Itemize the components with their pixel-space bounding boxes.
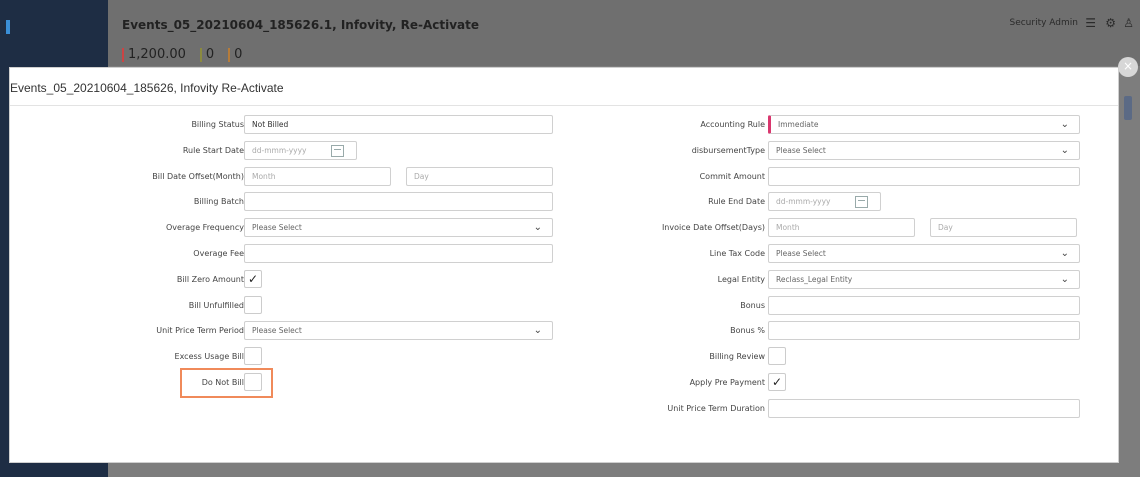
bill-date-offset-label: Bill Date Offset(Month) [152,171,244,181]
bill-zero-amount-checkbox[interactable]: ✓ [244,269,262,288]
gear-icon[interactable]: ⚙ [1105,16,1116,30]
billing-batch-label: Billing Batch [193,197,244,207]
overage-frequency-select[interactable]: Please Select ⌄ [244,218,553,238]
overage-frequency-label: Overage Frequency [165,223,244,233]
disbursement-type-value: Please Select [776,145,826,155]
excess-usage-bill-label: Excess Usage Bill [174,352,244,362]
invoice-date-offset-label: Invoice Date Offset(Days) [661,223,765,233]
unit-price-term-period-value: Please Select [252,326,302,336]
invoice-date-offset-day-field[interactable]: Day [930,218,1077,238]
calendar-icon[interactable] [855,196,868,209]
unit-price-term-period-select[interactable]: Please Select ⌄ [244,321,553,341]
bill-date-offset-day-field[interactable]: Day [406,166,553,186]
bonus-percent-label: Bonus % [730,326,765,336]
stat-amount: 1,200.00 [122,48,186,62]
app-header: Events_05_20210604_185626.1, Infovity, R… [108,0,1140,66]
chevron-down-icon[interactable]: ⌄ [1061,245,1069,262]
excess-usage-bill-checkbox[interactable] [244,347,262,366]
chevron-down-icon[interactable]: ⌄ [534,322,542,339]
user-name[interactable]: Security Admin [1009,18,1078,28]
calendar-icon[interactable] [331,144,344,157]
legal-entity-value: Reclass_Legal Entity [776,274,853,284]
rule-start-date-placeholder: dd-mmm-yyyy [252,145,307,155]
rule-start-date-field[interactable]: dd-mmm-yyyy [244,140,357,160]
rule-end-date-label: Rule End Date [708,197,765,207]
right-column: Accounting Rule Immediate ⌄ disbursementT… [575,114,1120,424]
do-not-bill-label: Do Not Bill [201,377,244,387]
accounting-rule-value: Immediate [778,120,819,129]
line-tax-code-value: Please Select [776,248,826,258]
sidebar-accent [6,20,10,34]
rule-start-date-label: Rule Start Date [182,145,244,155]
modal-header: Events_05_20210604_185626, Infovity Re-A… [10,68,1118,106]
chevron-down-icon[interactable]: ⌄ [1061,116,1069,133]
commit-amount-label: Commit Amount [699,171,765,181]
overage-frequency-value: Please Select [252,223,302,233]
line-tax-code-label: Line Tax Code [709,248,765,258]
bill-zero-amount-label: Bill Zero Amount [176,274,244,284]
user-icon[interactable]: ♙ [1123,16,1134,30]
chevron-down-icon[interactable]: ⌄ [1061,271,1069,288]
chevron-down-icon[interactable]: ⌄ [1061,142,1069,159]
stat-count-1: 0 [199,48,214,62]
chevron-down-icon[interactable]: ⌄ [534,219,542,236]
billing-status-field[interactable]: Not Billed [244,115,553,134]
disbursement-type-label: disbursementType [691,145,765,155]
invoice-date-offset-month-field[interactable]: Month [768,218,915,238]
bill-unfulfilled-label: Bill Unfulfilled [188,300,244,310]
billing-review-label: Billing Review [709,352,765,362]
billing-review-checkbox[interactable] [768,347,786,366]
overage-fee-field[interactable] [244,243,553,263]
bill-unfulfilled-checkbox[interactable] [244,295,262,314]
stats-bar: 1,200.00 0 0 [122,48,256,62]
billing-status-label: Billing Status [191,120,244,129]
do-not-bill-checkbox[interactable] [244,372,262,391]
rule-end-date-field[interactable]: dd-mmm-yyyy [768,192,881,212]
disbursement-type-select[interactable]: Please Select ⌄ [768,140,1080,160]
unit-price-term-duration-label: Unit Price Term Duration [667,403,765,413]
overage-fee-label: Overage Fee [193,248,244,258]
bill-date-offset-month-field[interactable]: Month [244,166,391,186]
side-handle[interactable] [1124,96,1132,120]
bonus-field[interactable] [768,295,1080,315]
stat-count-2: 0 [228,48,242,62]
commit-amount-field[interactable] [768,166,1080,186]
close-icon[interactable]: × [1118,57,1138,77]
line-tax-code-select[interactable]: Please Select ⌄ [768,243,1080,263]
modal-title: Events_05_20210604_185626, Infovity Re-A… [10,81,284,95]
page-title: Events_05_20210604_185626.1, Infovity, R… [122,18,479,32]
billing-batch-field[interactable] [244,192,553,212]
legal-entity-label: Legal Entity [717,274,765,284]
accounting-rule-label: Accounting Rule [700,120,765,129]
rule-end-date-placeholder: dd-mmm-yyyy [776,197,831,207]
bonus-label: Bonus [740,300,765,310]
legal-entity-select[interactable]: Reclass_Legal Entity ⌄ [768,269,1080,289]
left-column: Billing Status Not Billed Rule Start Dat… [10,114,555,398]
accounting-rule-select[interactable]: Immediate ⌄ [768,115,1080,134]
modal-dialog: Events_05_20210604_185626, Infovity Re-A… [9,67,1119,463]
unit-price-term-duration-field[interactable] [768,398,1080,418]
apply-pre-payment-label: Apply Pre Payment [689,377,765,387]
apply-pre-payment-checkbox[interactable]: ✓ [768,372,786,391]
unit-price-term-period-label: Unit Price Term Period [156,326,244,336]
list-icon[interactable]: ☰ [1085,16,1096,30]
bonus-percent-field[interactable] [768,321,1080,341]
